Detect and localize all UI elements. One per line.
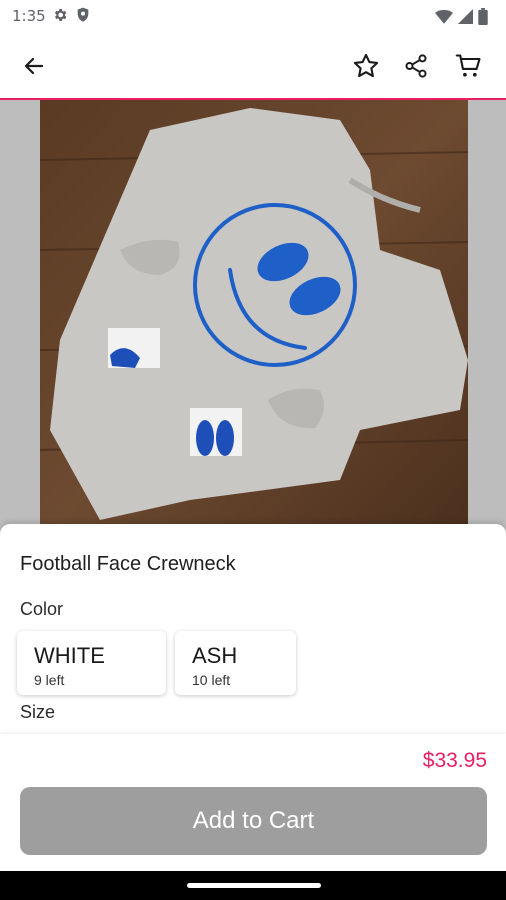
home-handle[interactable] <box>187 883 321 888</box>
shield-icon <box>77 7 89 22</box>
status-icons-right <box>435 8 488 25</box>
product-options-sheet: Football Face Crewneck Color WHITE 9 lef… <box>0 524 506 736</box>
favorite-button[interactable] <box>348 48 384 84</box>
status-bar: 1:35 <box>0 0 506 34</box>
size-label: Size <box>20 702 56 722</box>
product-price: $33.95 <box>422 749 487 772</box>
wifi-icon <box>435 9 453 24</box>
product-image-area[interactable] <box>0 100 506 540</box>
share-button[interactable] <box>398 48 434 84</box>
product-photo[interactable] <box>40 100 468 540</box>
battery-icon <box>478 8 488 25</box>
color-option-ash[interactable]: ASH 10 left <box>175 631 296 695</box>
cart-icon <box>455 54 481 77</box>
status-icons-left <box>52 7 90 23</box>
color-option-name: WHITE <box>34 643 105 668</box>
color-option-name: ASH <box>192 643 238 668</box>
back-button[interactable] <box>16 48 52 84</box>
add-to-cart-button[interactable]: Add to Cart <box>20 787 487 855</box>
system-nav-bar <box>0 871 506 900</box>
color-option-white[interactable]: WHITE 9 left <box>17 631 166 695</box>
purchase-footer: $33.95 Add to Cart <box>0 734 506 871</box>
signal-icon <box>458 9 473 24</box>
app-bar <box>0 34 506 98</box>
color-option-stock: 9 left <box>34 672 65 688</box>
product-title: Football Face Crewneck <box>20 553 236 575</box>
status-time: 1:35 <box>12 7 46 25</box>
cart-button[interactable] <box>451 48 487 84</box>
gear-icon <box>54 9 67 21</box>
star-icon <box>353 53 379 78</box>
back-arrow-icon <box>24 57 44 75</box>
color-option-stock: 10 left <box>192 672 231 688</box>
share-icon <box>405 54 427 78</box>
color-label: Color <box>20 599 64 619</box>
